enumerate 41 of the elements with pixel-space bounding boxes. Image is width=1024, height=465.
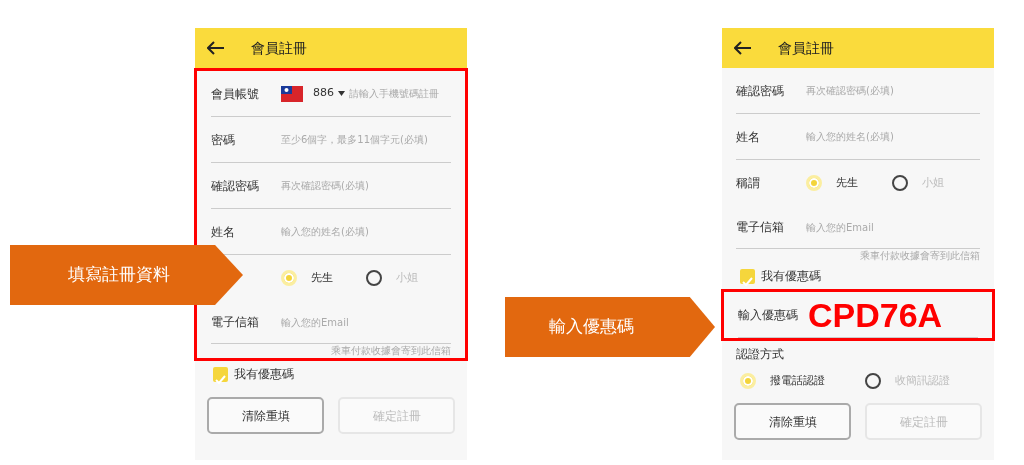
field-label: 確認密碼 xyxy=(736,82,785,100)
caret-icon[interactable] xyxy=(338,91,345,96)
reset-button[interactable]: 清除重填 xyxy=(207,397,324,434)
field-label: 認證方式 xyxy=(736,346,785,363)
country-code[interactable]: 886 xyxy=(313,85,334,102)
input-field[interactable]: 再次確認密碼(必填) xyxy=(281,178,451,193)
input-field[interactable]: 再次確認密碼(必填) xyxy=(806,83,980,98)
field-label: 稱謂 xyxy=(736,175,761,192)
radio-label: 撥電話認證 xyxy=(770,372,825,389)
field-value[interactable]: CPD76A xyxy=(808,297,943,332)
back-arrow-icon[interactable] xyxy=(207,41,225,55)
field-label: 確認密碼 xyxy=(211,177,260,195)
radio-button[interactable] xyxy=(366,270,382,286)
input-field[interactable]: 至少6個字，最多11個字元(必填) xyxy=(281,132,451,147)
input-field[interactable]: 請輸入手機號碼註冊 xyxy=(349,86,451,101)
field-label: 密碼 xyxy=(211,131,236,149)
back-arrow-icon[interactable] xyxy=(734,41,752,55)
input-field[interactable]: 輸入您的姓名(必填) xyxy=(281,224,451,239)
field-label: 電子信箱 xyxy=(736,219,785,236)
field-label: 電子信箱 xyxy=(211,314,260,331)
checkbox[interactable] xyxy=(213,366,228,382)
input-field[interactable]: 輸入您的姓名(必填) xyxy=(806,129,980,144)
screen-title: 會員註冊 xyxy=(778,38,834,58)
field-label: 姓名 xyxy=(736,128,761,146)
input-field[interactable]: 輸入您的Email xyxy=(281,314,451,330)
radio-label: 先生 xyxy=(311,269,333,286)
field-hint: 乘車付款收據會寄到此信箱 xyxy=(330,344,451,358)
radio-button[interactable] xyxy=(892,175,908,191)
checkbox-label: 我有優惠碼 xyxy=(761,268,821,285)
field-label: 輸入優惠碼 xyxy=(738,306,799,324)
flag-icon xyxy=(281,85,303,102)
field-label: 會員帳號 xyxy=(211,85,260,103)
radio-label: 先生 xyxy=(836,174,858,191)
field-hint: 乘車付款收據會寄到此信箱 xyxy=(859,249,980,263)
reset-button[interactable]: 清除重填 xyxy=(734,403,851,440)
field-label: 姓名 xyxy=(211,223,236,241)
checkbox[interactable] xyxy=(740,268,755,284)
screen-title: 會員註冊 xyxy=(251,38,307,58)
checkbox-label: 我有優惠碼 xyxy=(234,366,294,383)
input-field[interactable]: 輸入您的Email xyxy=(806,219,980,235)
radio-button[interactable] xyxy=(865,373,881,389)
